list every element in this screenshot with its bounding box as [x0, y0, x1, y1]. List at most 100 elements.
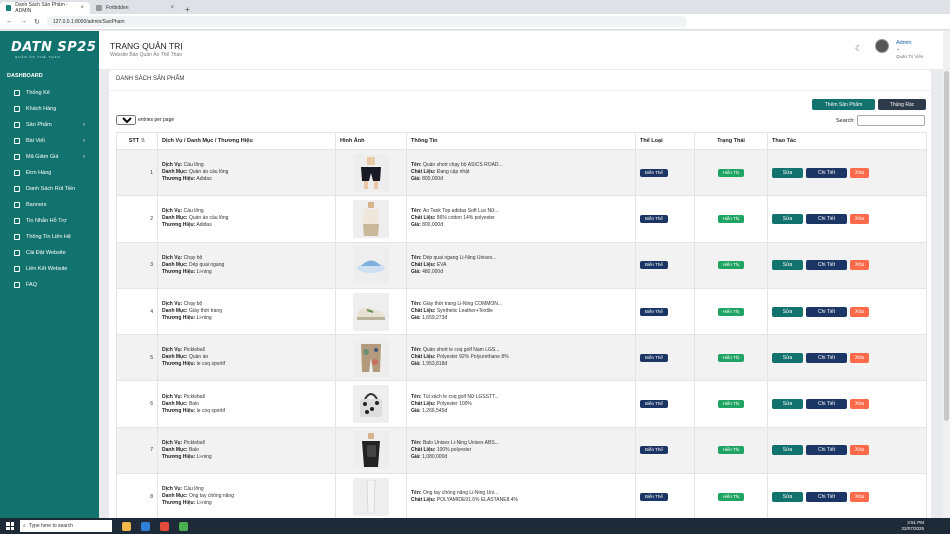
vscode-icon[interactable] — [141, 521, 150, 531]
column-header-type[interactable]: Thể Loại — [635, 132, 695, 150]
close-tab-icon[interactable]: × — [170, 5, 174, 11]
sidebar-item[interactable]: Tin Nhắn Hỗ Trợ — [0, 213, 99, 229]
detail-button[interactable]: Chi Tiết — [806, 213, 847, 224]
detail-button[interactable]: Chi Tiết — [806, 167, 847, 178]
divider — [109, 90, 931, 91]
column-header-actions[interactable]: Thao Tác — [767, 132, 927, 150]
row-brand: le coq sportif — [196, 361, 226, 368]
row-type-cell: Biến Thể — [635, 195, 695, 243]
sidebar-item[interactable]: Thông Tin Liên Hệ — [0, 229, 99, 245]
delete-button[interactable]: Xóa — [850, 445, 869, 456]
close-tab-icon[interactable]: × — [80, 5, 84, 11]
delete-button[interactable]: Xóa — [850, 213, 869, 224]
delete-button[interactable]: Xóa — [850, 352, 869, 363]
column-header-info[interactable]: Thông Tin — [406, 132, 636, 150]
avatar[interactable] — [875, 39, 889, 53]
browser-tab-active[interactable]: Danh Sách Sản Phẩm - ADMIN × — [0, 2, 90, 14]
sidebar-item[interactable]: Mã Giảm Giá › — [0, 149, 99, 165]
trash-button[interactable]: Thùng Rác — [878, 99, 926, 110]
add-product-button[interactable]: Thêm Sản Phẩm — [812, 99, 875, 110]
table-row: 3 Dịch Vụ: Chạy bộ Danh Mục: Dép quai ng… — [116, 241, 927, 289]
windows-start-icon[interactable] — [6, 522, 14, 530]
image-icon — [14, 202, 20, 208]
table-row: 8 Dịch Vụ: Cầu lông Danh Mục: Ống tay ch… — [116, 473, 927, 520]
search-input[interactable] — [856, 115, 925, 126]
new-tab-icon[interactable]: + — [180, 5, 195, 14]
site-logo[interactable]: DATN SP25 — [11, 40, 99, 55]
row-category: Balo — [188, 400, 199, 407]
url-input[interactable]: 127.0.0.1:8000/admin/SanPham — [46, 16, 687, 27]
detail-button[interactable]: Chi Tiết — [806, 306, 847, 317]
sidebar-item[interactable]: Khách Hàng — [0, 101, 99, 117]
row-price: 1,953,818đ — [422, 361, 448, 368]
forward-arrow-icon[interactable]: → — [20, 18, 27, 25]
sidebar-item[interactable]: Liên Kết Website — [0, 261, 99, 277]
edit-button[interactable]: Sửa — [772, 260, 803, 271]
sidebar-item-label: Danh Sách Rút Tiền — [26, 186, 76, 192]
sidebar-item[interactable]: Thống Kê — [0, 85, 99, 101]
edit-button[interactable]: Sửa — [772, 445, 803, 456]
taskbar-search-input[interactable]: ⌕ Type here to search — [20, 520, 112, 532]
file-explorer-icon[interactable] — [122, 521, 131, 531]
edit-button[interactable]: Sửa — [772, 399, 803, 410]
row-actions: Sửa Chi Tiết Xóa — [767, 287, 927, 336]
row-info: Tên: Túi xách le coq golf Nữ LGSSTT... C… — [406, 380, 636, 428]
delete-button[interactable]: Xóa — [850, 306, 869, 317]
delete-button[interactable]: Xóa — [850, 491, 869, 502]
row-image-cell — [335, 287, 407, 336]
sidebar-item-label: Mã Giảm Giá — [26, 154, 59, 160]
sidebar-item[interactable]: Danh Sách Rút Tiền — [0, 181, 99, 197]
top-header: TRANG QUẢN TRỊ Website Bán Quần Áo Thể T… — [99, 31, 950, 69]
page-scrollbar[interactable] — [943, 31, 950, 518]
edit-button[interactable]: Sửa — [772, 306, 803, 317]
row-category: Dép quai ngang — [188, 261, 225, 268]
sidebar-item[interactable]: Bài Viết › — [0, 133, 99, 149]
delete-button[interactable]: Xóa — [850, 260, 869, 271]
product-table: STT ⇅ Dịch Vụ / Danh Mục / Thương Hiệu H… — [116, 132, 927, 520]
detail-button[interactable]: Chi Tiết — [806, 491, 847, 502]
row-category: Quần áo cầu lông — [188, 169, 229, 176]
row-status-cell: Hiển Thị — [694, 380, 768, 428]
row-actions: Sửa Chi Tiết Xóa — [767, 148, 927, 197]
app-icon[interactable] — [179, 521, 188, 531]
column-header-image[interactable]: Hình Ảnh — [335, 132, 407, 150]
entries-select[interactable]: 10 — [116, 115, 136, 125]
taskbar-clock[interactable]: 3:51 PM 22/07/2025 — [901, 520, 924, 532]
edit-button[interactable]: Sửa — [772, 167, 803, 178]
status-badge: Hiển Thị — [717, 400, 745, 409]
edit-button[interactable]: Sửa — [772, 213, 803, 224]
sidebar-item[interactable]: FAQ — [0, 277, 99, 293]
edit-button[interactable]: Sửa — [772, 491, 803, 502]
dark-mode-icon[interactable]: ☾ — [855, 44, 862, 53]
delete-button[interactable]: Xóa — [850, 167, 869, 178]
home-icon — [14, 90, 20, 96]
status-badge: Hiển Thị — [717, 353, 745, 362]
column-header-stt[interactable]: STT ⇅ — [116, 132, 158, 150]
product-image — [353, 199, 389, 238]
sidebar-item[interactable]: Đơn Hàng — [0, 165, 99, 181]
column-header-status[interactable]: Trạng Thái — [694, 132, 768, 150]
chrome-icon[interactable] — [160, 521, 169, 531]
delete-button[interactable]: Xóa — [850, 399, 869, 410]
back-arrow-icon[interactable]: ← — [6, 18, 13, 25]
tab-title: Danh Sách Sản Phẩm - ADMIN — [15, 2, 68, 14]
detail-button[interactable]: Chi Tiết — [806, 352, 847, 363]
sidebar-item-label: Tin Nhắn Hỗ Trợ — [26, 218, 67, 224]
scrollbar-thumb[interactable] — [944, 71, 949, 421]
sidebar-item[interactable]: Cài Đặt Website — [0, 245, 99, 261]
detail-button[interactable]: Chi Tiết — [806, 399, 847, 410]
sidebar-item[interactable]: Banners — [0, 197, 99, 213]
browser-tab[interactable]: Forbidden × — [90, 2, 180, 14]
chevron-down-icon[interactable]: ⌄ — [896, 46, 900, 52]
row-service: Cầu lông — [183, 208, 204, 215]
edit-button[interactable]: Sửa — [772, 352, 803, 363]
row-material: Polyester 92% Polyurethane 8% — [436, 354, 509, 361]
row-status-cell: Hiển Thị — [694, 195, 768, 243]
chevron-right-icon: › — [83, 154, 85, 160]
detail-button[interactable]: Chi Tiết — [806, 445, 847, 456]
sidebar-item-label: Thống Kê — [26, 90, 50, 96]
sidebar-item[interactable]: Sản Phẩm › — [0, 117, 99, 133]
reload-icon[interactable]: ↻ — [34, 18, 40, 26]
detail-button[interactable]: Chi Tiết — [806, 260, 847, 271]
column-header-service[interactable]: Dịch Vụ / Danh Mục / Thương Hiệu — [157, 132, 336, 150]
